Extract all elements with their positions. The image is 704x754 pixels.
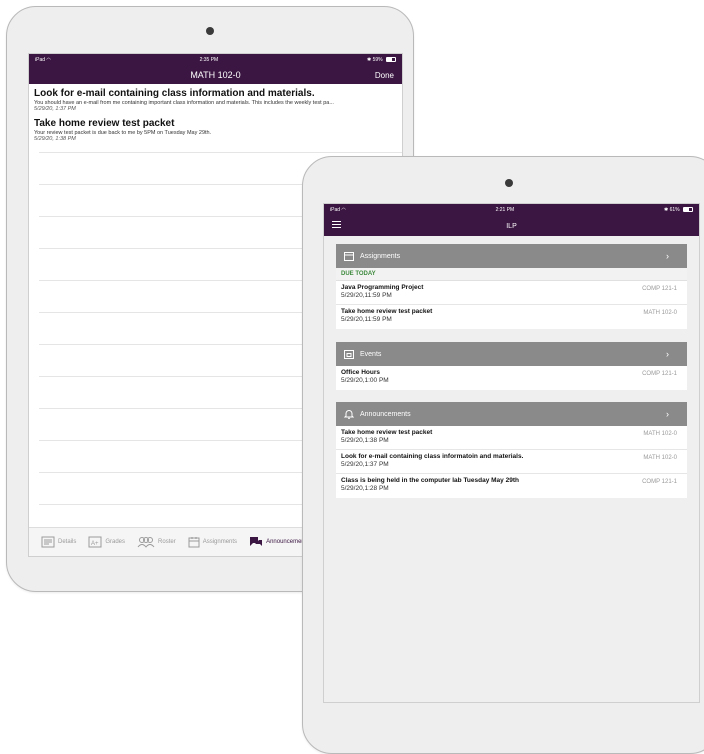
battery-icon bbox=[386, 57, 396, 63]
tab-label: Grades bbox=[105, 539, 126, 545]
page-title: MATH 102-0 bbox=[190, 70, 241, 80]
announcement-item[interactable]: Look for e-mail containing class informa… bbox=[34, 88, 397, 112]
bluetooth-icon: ✱ bbox=[664, 207, 669, 213]
due-today-label: DUE TODAY bbox=[336, 268, 687, 281]
grades-icon: A+ bbox=[88, 536, 102, 548]
status-time: 2:35 PM bbox=[199, 57, 219, 63]
roster-icon bbox=[137, 537, 155, 548]
row-title: Class is being held in the computer lab … bbox=[341, 477, 519, 484]
row-course: MATH 102-0 bbox=[643, 455, 677, 461]
hamburger-menu-icon[interactable] bbox=[332, 221, 341, 230]
tab-label: Roster bbox=[158, 539, 176, 545]
tab-label: Assignments bbox=[202, 539, 238, 545]
front-camera bbox=[206, 27, 214, 35]
bell-icon bbox=[344, 410, 354, 419]
chevron-right-icon: › bbox=[666, 409, 669, 419]
assignment-row[interactable]: Take home review test packet 5/29/20,11:… bbox=[336, 305, 687, 329]
announcement-item[interactable]: Take home review test packet Your review… bbox=[34, 118, 397, 142]
row-title: Look for e-mail containing class informa… bbox=[341, 453, 524, 460]
events-card: Events › Office Hours 5/29/20,1:00 PM CO… bbox=[336, 342, 687, 390]
row-date: 5/29/20,1:28 PM bbox=[341, 485, 389, 492]
tab-assignments[interactable]: Assignments bbox=[188, 536, 237, 548]
tab-grades[interactable]: A+ Grades bbox=[88, 536, 125, 548]
front-camera bbox=[505, 179, 513, 187]
wifi-carrier: iPad ◠ bbox=[35, 57, 51, 63]
page-title: ILP bbox=[506, 222, 517, 230]
announcement-date: 5/29/20, 1:37 PM bbox=[34, 106, 76, 112]
assignments-card: Assignments › DUE TODAY Java Programming… bbox=[336, 244, 687, 329]
row-course: COMP 121-1 bbox=[642, 479, 677, 485]
row-title: Java Programming Project bbox=[341, 284, 424, 291]
row-date: 5/29/20,1:00 PM bbox=[341, 377, 389, 384]
row-date: 5/29/20,11:59 PM bbox=[341, 316, 392, 323]
announcement-row[interactable]: Class is being held in the computer lab … bbox=[336, 474, 687, 498]
bluetooth-icon: ✱ bbox=[367, 57, 372, 63]
calendar-icon bbox=[344, 252, 354, 261]
nav-bar: MATH 102-0 Done bbox=[29, 66, 402, 84]
row-course: COMP 121-1 bbox=[642, 286, 677, 292]
section-title: Assignments bbox=[360, 252, 401, 260]
row-title: Take home review test packet bbox=[341, 429, 433, 436]
announcement-title: Take home review test packet bbox=[34, 118, 175, 129]
row-course: COMP 121-1 bbox=[642, 371, 677, 377]
row-date: 5/29/20,11:59 PM bbox=[341, 292, 392, 299]
announcements-icon bbox=[250, 537, 263, 546]
list-divider bbox=[39, 152, 402, 153]
wifi-icon: ◠ bbox=[341, 207, 346, 213]
event-row[interactable]: Office Hours 5/29/20,1:00 PM COMP 121-1 bbox=[336, 366, 687, 390]
row-title: Office Hours bbox=[341, 369, 381, 376]
event-calendar-icon bbox=[344, 350, 354, 359]
assignments-icon bbox=[188, 537, 200, 548]
tab-label: Details bbox=[58, 539, 77, 545]
wifi-icon: ◠ bbox=[46, 57, 51, 63]
announcements-header[interactable]: Announcements › bbox=[336, 402, 687, 426]
details-icon bbox=[41, 536, 55, 548]
tab-roster[interactable]: Roster bbox=[137, 536, 176, 548]
tab-announcements[interactable]: Announcements bbox=[249, 536, 309, 548]
tab-details[interactable]: Details bbox=[41, 536, 76, 548]
announcement-row[interactable]: Take home review test packet 5/29/20,1:3… bbox=[336, 426, 687, 450]
announcement-row[interactable]: Look for e-mail containing class informa… bbox=[336, 450, 687, 474]
battery-icon bbox=[683, 207, 693, 213]
row-course: MATH 102-0 bbox=[643, 431, 677, 437]
battery-status: ✱ 59% bbox=[367, 57, 396, 63]
assignment-row[interactable]: Java Programming Project 5/29/20,11:59 P… bbox=[336, 281, 687, 305]
done-button[interactable]: Done bbox=[375, 71, 394, 80]
row-title: Take home review test packet bbox=[341, 308, 433, 315]
status-bar: iPad ◠ 2:35 PM ✱ 59% bbox=[29, 54, 402, 66]
row-course: MATH 102-0 bbox=[643, 310, 677, 316]
status-time: 2:21 PM bbox=[495, 207, 515, 213]
section-title: Announcements bbox=[360, 410, 411, 418]
battery-status: ✱ 61% bbox=[664, 207, 693, 213]
svg-text:A+: A+ bbox=[91, 541, 99, 547]
row-date: 5/29/20,1:37 PM bbox=[341, 461, 389, 468]
front-ipad: iPad ◠ 2:21 PM ✱ 61% ILP Assignments › D… bbox=[302, 156, 704, 754]
row-date: 5/29/20,1:38 PM bbox=[341, 437, 389, 444]
chevron-right-icon: › bbox=[666, 349, 669, 359]
wifi-carrier: iPad ◠ bbox=[330, 207, 346, 213]
announcement-title: Look for e-mail containing class informa… bbox=[34, 88, 315, 99]
section-title: Events bbox=[360, 350, 382, 358]
chevron-right-icon: › bbox=[666, 251, 669, 261]
ilp-dashboard-screen: iPad ◠ 2:21 PM ✱ 61% ILP Assignments › D… bbox=[323, 203, 700, 703]
assignments-header[interactable]: Assignments › bbox=[336, 244, 687, 268]
events-header[interactable]: Events › bbox=[336, 342, 687, 366]
status-bar: iPad ◠ 2:21 PM ✱ 61% bbox=[324, 204, 699, 216]
announcements-card: Announcements › Take home review test pa… bbox=[336, 402, 687, 498]
nav-bar: ILP bbox=[324, 216, 699, 236]
announcement-date: 5/29/20, 1:38 PM bbox=[34, 136, 76, 142]
